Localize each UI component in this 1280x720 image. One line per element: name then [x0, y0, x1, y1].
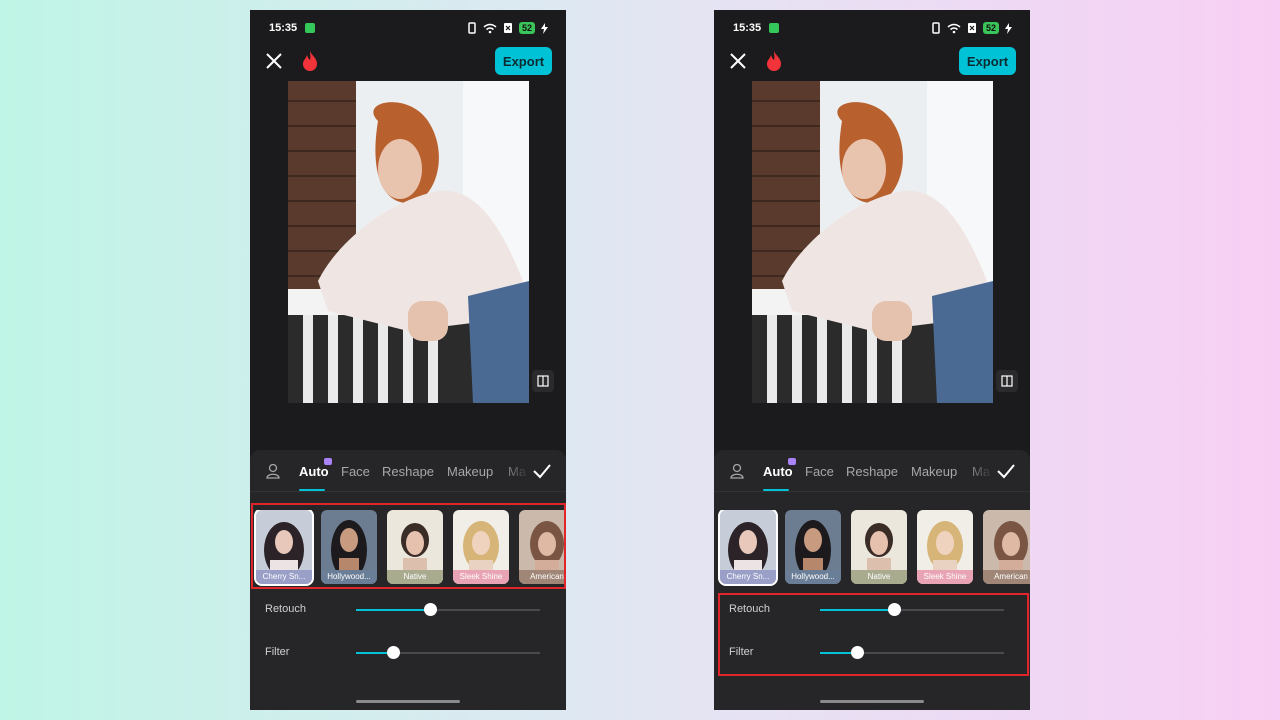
- preset-label: American: [519, 570, 566, 584]
- charging-icon: [1005, 23, 1012, 34]
- wifi-icon: [483, 23, 497, 34]
- tab-reshape[interactable]: Reshape: [846, 464, 898, 479]
- preview-photo: [288, 81, 529, 403]
- retouch-label: Retouch: [265, 603, 306, 615]
- preset-label: Native: [387, 570, 443, 584]
- premium-icon: [324, 458, 332, 465]
- sim-icon: [967, 22, 977, 34]
- person-icon[interactable]: [729, 462, 747, 480]
- close-icon[interactable]: [728, 51, 748, 71]
- status-bar: 15:35 52: [250, 10, 566, 46]
- tab-makeup[interactable]: Makeup: [911, 464, 957, 479]
- clock: 15:35: [269, 22, 297, 34]
- phone-screen-right: 15:35 52 Export: [714, 10, 1030, 710]
- compare-icon[interactable]: [996, 370, 1018, 392]
- compare-icon[interactable]: [532, 370, 554, 392]
- filter-slider[interactable]: [387, 646, 400, 659]
- notification-icon: [305, 23, 315, 33]
- preset-label: Native: [851, 570, 907, 584]
- preset-thumb[interactable]: Cherry Sn...: [720, 510, 776, 584]
- tab-auto[interactable]: Auto: [299, 464, 329, 479]
- tab-bar: Auto Face Reshape Makeup Ma: [714, 450, 1030, 492]
- preset-thumb[interactable]: Cherry Sn...: [256, 510, 312, 584]
- retouch-slider-row: Retouch: [250, 598, 566, 622]
- tab-indicator: [299, 489, 325, 491]
- preset-thumb[interactable]: American: [983, 510, 1030, 584]
- premium-icon: [788, 458, 796, 465]
- phone-screen-left: 15:35 52 Export: [250, 10, 566, 710]
- export-button[interactable]: Export: [495, 47, 552, 75]
- tab-makeup[interactable]: Makeup: [447, 464, 493, 479]
- check-icon[interactable]: [532, 462, 552, 480]
- preset-thumb[interactable]: Sleek Shine: [453, 510, 509, 584]
- preset-label: American: [983, 570, 1030, 584]
- retouch-label: Retouch: [729, 603, 770, 615]
- preset-strip: Cherry Sn... Hollywood... Native Sleek S…: [714, 510, 1030, 586]
- tab-bar: Auto Face Reshape Makeup Ma: [250, 450, 566, 492]
- preset-label: Hollywood...: [321, 570, 377, 584]
- tab-indicator: [763, 489, 789, 491]
- notification-icon: [769, 23, 779, 33]
- preset-thumb[interactable]: Sleek Shine: [917, 510, 973, 584]
- person-icon[interactable]: [265, 462, 283, 480]
- preset-thumb[interactable]: Native: [387, 510, 443, 584]
- filter-slider-row: Filter: [250, 641, 566, 665]
- check-icon[interactable]: [996, 462, 1016, 480]
- preset-label: Sleek Shine: [453, 570, 509, 584]
- preset-label: Sleek Shine: [917, 570, 973, 584]
- preset-label: Cherry Sn...: [256, 570, 312, 584]
- preview-photo: [752, 81, 993, 403]
- tab-auto[interactable]: Auto: [763, 464, 793, 479]
- preset-label: Hollywood...: [785, 570, 841, 584]
- clock: 15:35: [733, 22, 761, 34]
- export-button[interactable]: Export: [959, 47, 1016, 75]
- vibrate-icon: [467, 22, 477, 34]
- retouch-panel: Auto Face Reshape Makeup Ma Cherry Sn...…: [714, 450, 1030, 710]
- retouch-panel: Auto Face Reshape Makeup Ma Cherry Sn...…: [250, 450, 566, 710]
- status-bar: 15:35 52: [714, 10, 1030, 46]
- retouch-slider[interactable]: [424, 603, 437, 616]
- close-icon[interactable]: [264, 51, 284, 71]
- preset-thumb[interactable]: Hollywood...: [785, 510, 841, 584]
- filter-label: Filter: [265, 646, 289, 658]
- home-indicator[interactable]: [820, 700, 924, 703]
- fire-icon[interactable]: [765, 50, 783, 72]
- fire-icon[interactable]: [301, 50, 319, 72]
- sim-icon: [503, 22, 513, 34]
- vibrate-icon: [931, 22, 941, 34]
- tab-face[interactable]: Face: [805, 464, 834, 479]
- filter-slider[interactable]: [851, 646, 864, 659]
- preset-thumb[interactable]: Native: [851, 510, 907, 584]
- preset-strip: Cherry Sn... Hollywood... Native Sleek S…: [250, 510, 566, 586]
- battery-level: 52: [983, 22, 999, 34]
- preset-label: Cherry Sn...: [720, 570, 776, 584]
- tab-face[interactable]: Face: [341, 464, 370, 479]
- preset-thumb[interactable]: American: [519, 510, 566, 584]
- wifi-icon: [947, 23, 961, 34]
- filter-slider-row: Filter: [714, 641, 1030, 665]
- retouch-slider-row: Retouch: [714, 598, 1030, 622]
- retouch-slider[interactable]: [888, 603, 901, 616]
- battery-level: 52: [519, 22, 535, 34]
- charging-icon: [541, 23, 548, 34]
- preset-thumb[interactable]: Hollywood...: [321, 510, 377, 584]
- tab-reshape[interactable]: Reshape: [382, 464, 434, 479]
- home-indicator[interactable]: [356, 700, 460, 703]
- filter-label: Filter: [729, 646, 753, 658]
